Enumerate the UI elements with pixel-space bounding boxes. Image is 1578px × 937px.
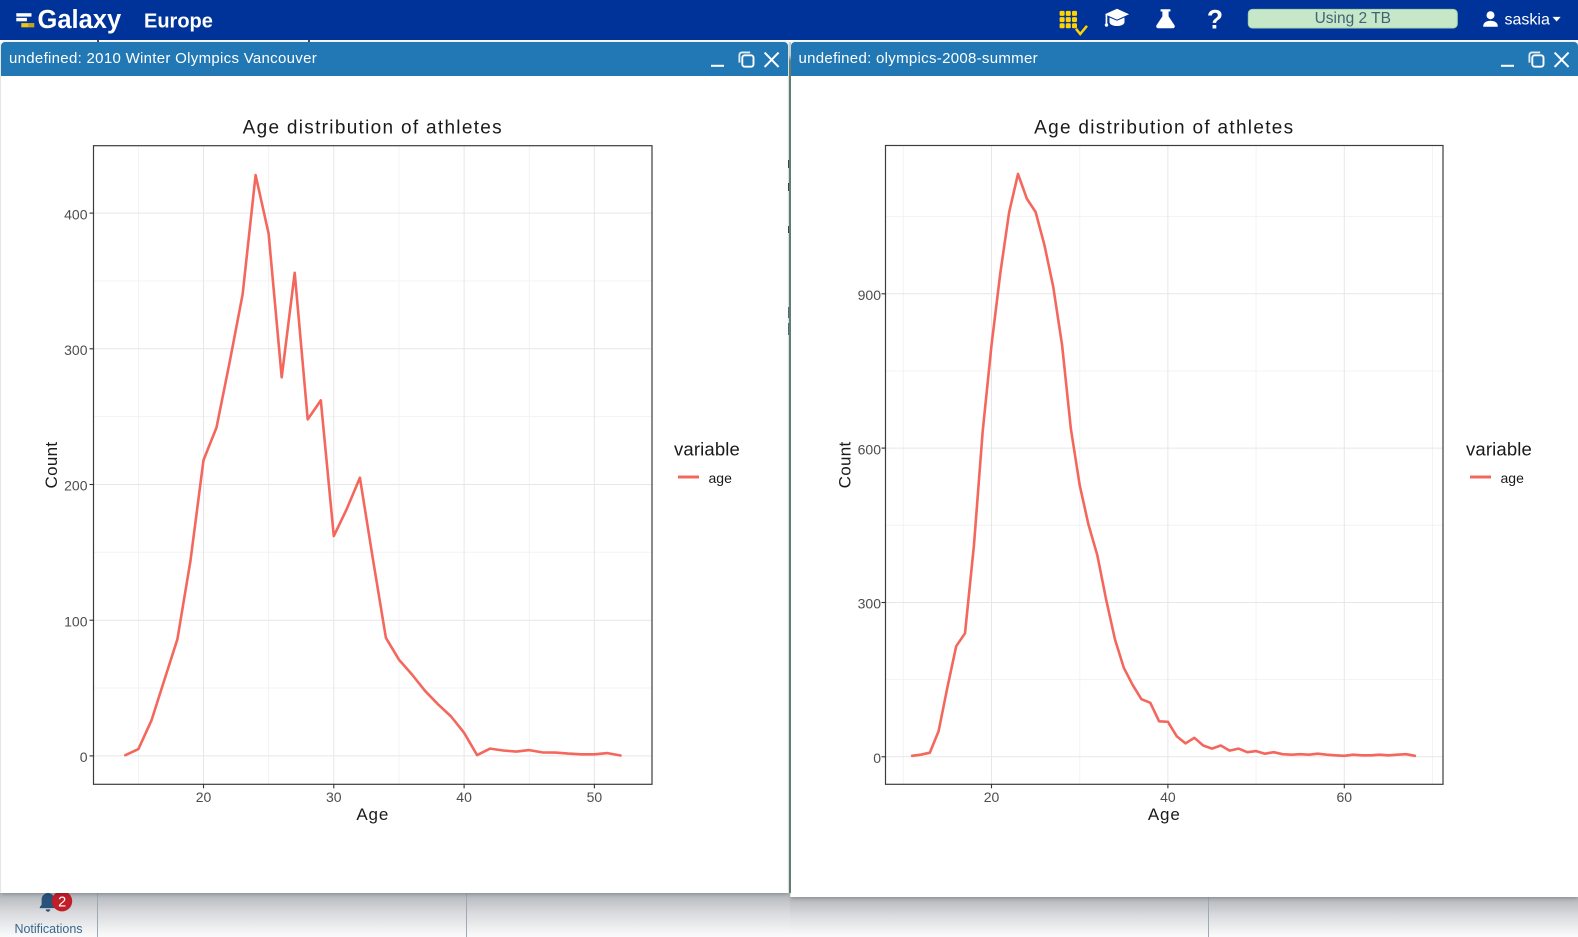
svg-text:20: 20 <box>983 789 999 805</box>
svg-text:Count: Count <box>42 442 61 489</box>
svg-text:0: 0 <box>873 750 881 766</box>
svg-text:Age distribution of athletes: Age distribution of athletes <box>1034 118 1294 139</box>
svg-text:Age: Age <box>1147 805 1180 824</box>
svg-text:100: 100 <box>64 613 88 629</box>
svg-text:saskia: saskia <box>1505 12 1550 29</box>
svg-text:20: 20 <box>196 789 212 805</box>
svg-text:age: age <box>709 470 733 486</box>
svg-text:60: 60 <box>1336 789 1352 805</box>
svg-text:variable: variable <box>674 439 740 460</box>
svg-text:?: ? <box>1207 5 1223 35</box>
svg-text:30: 30 <box>326 789 342 805</box>
svg-text:300: 300 <box>64 342 88 358</box>
svg-text:40: 40 <box>456 789 472 805</box>
svg-text:400: 400 <box>64 206 88 222</box>
svg-text:Using 2 TB: Using 2 TB <box>1315 10 1391 27</box>
svg-text:300: 300 <box>857 596 881 612</box>
svg-text:0: 0 <box>80 749 88 765</box>
svg-text:Europe: Europe <box>144 11 213 33</box>
svg-text:600: 600 <box>857 441 881 457</box>
svg-text:50: 50 <box>587 789 603 805</box>
svg-text:900: 900 <box>857 287 881 303</box>
svg-text:Age distribution of athletes: Age distribution of athletes <box>243 118 503 139</box>
svg-text:Age: Age <box>356 805 389 824</box>
svg-text:variable: variable <box>1466 439 1532 460</box>
svg-text:age: age <box>1500 470 1524 486</box>
svg-text:Galaxy: Galaxy <box>38 6 122 34</box>
svg-text:200: 200 <box>64 478 88 494</box>
svg-text:Count: Count <box>835 441 854 488</box>
svg-text:40: 40 <box>1160 789 1176 805</box>
